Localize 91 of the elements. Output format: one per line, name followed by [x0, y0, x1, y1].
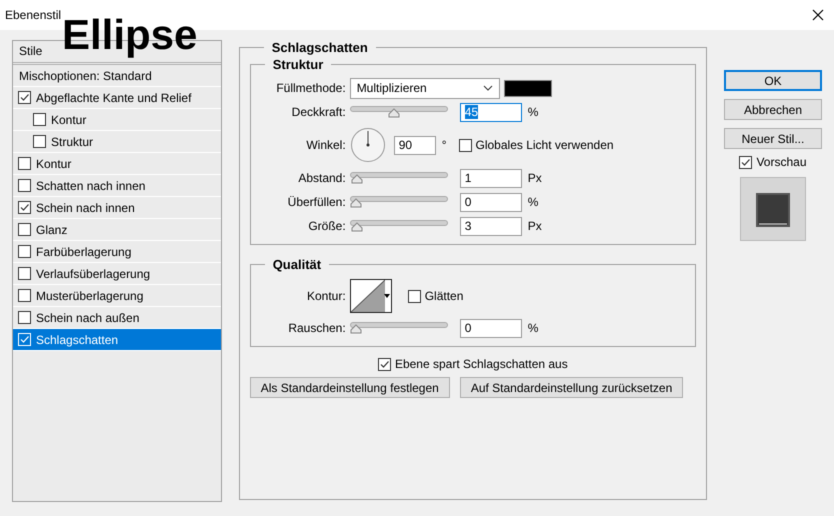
caret-icon	[384, 294, 390, 298]
slider[interactable]	[350, 321, 448, 335]
field-label: Winkel:	[305, 138, 346, 152]
style-item[interactable]: Musterüberlagerung	[13, 285, 221, 307]
contour-picker[interactable]	[350, 279, 392, 313]
checkbox-label: Globales Licht verwenden	[476, 138, 614, 152]
style-item[interactable]: Schatten nach innen	[13, 175, 221, 197]
slider[interactable]	[350, 195, 448, 209]
slider-thumb[interactable]	[351, 222, 364, 232]
unit-label: %	[528, 195, 538, 209]
style-item[interactable]: Kontur	[13, 109, 221, 131]
checkbox[interactable]	[18, 201, 31, 214]
angle-field[interactable]: 90	[394, 136, 436, 154]
checkbox[interactable]	[18, 91, 31, 104]
style-label: Schlagschatten	[36, 332, 118, 346]
checkbox[interactable]	[18, 245, 31, 258]
style-label: Farbüberlagerung	[36, 244, 132, 258]
unit-label: %	[528, 321, 538, 335]
blend-mode-dropdown[interactable]: Multiplizieren	[350, 78, 500, 98]
unit-label: °	[442, 138, 446, 152]
checkbox[interactable]	[33, 135, 46, 148]
style-label: Schein nach innen	[36, 200, 135, 214]
style-label: Verlaufsüberlagerung	[36, 266, 150, 280]
style-label: Schein nach außen	[36, 310, 140, 324]
group-title: Qualität	[272, 257, 322, 272]
style-item[interactable]: Schein nach innen	[13, 197, 221, 219]
section-title: Schlagschatten	[270, 40, 369, 55]
default-settings-button[interactable]: Als Standardeinstellung festlegen	[250, 377, 450, 398]
style-label: Glanz	[36, 222, 68, 236]
style-label: Schatten nach innen	[36, 178, 146, 192]
group-title: Struktur	[272, 57, 324, 72]
checkbox[interactable]	[33, 113, 46, 126]
field-label: Füllmethode:	[275, 81, 346, 95]
close-icon[interactable]	[812, 9, 824, 21]
value-field[interactable]: 3	[460, 216, 522, 236]
field-label: Deckkraft:	[290, 105, 346, 119]
color-swatch[interactable]	[504, 80, 552, 96]
checkbox[interactable]	[18, 311, 31, 324]
style-item[interactable]: Schlagschatten	[13, 329, 221, 351]
checkbox[interactable]	[18, 267, 31, 280]
window-title: Ebenenstil	[5, 8, 62, 22]
checkbox[interactable]	[378, 358, 391, 370]
style-item[interactable]: Farbüberlagerung	[13, 241, 221, 263]
value-field[interactable]: 45	[460, 102, 522, 122]
unit-label: Px	[528, 219, 542, 233]
style-label: Musterüberlagerung	[36, 288, 144, 302]
slider-thumb[interactable]	[350, 324, 362, 334]
checkbox-label: Ebene spart Schlagschatten aus	[394, 357, 568, 371]
value-field[interactable]: 0	[460, 192, 522, 212]
checkbox[interactable]	[408, 290, 421, 302]
style-item[interactable]: Abgeflachte Kante und Relief	[13, 87, 221, 109]
unit-label: Px	[528, 171, 542, 185]
default-settings-button[interactable]: Auf Standardeinstellung zurücksetzen	[460, 377, 684, 398]
field-label: Kontur:	[306, 289, 346, 303]
style-item[interactable]: Struktur	[13, 131, 221, 153]
angle-dial[interactable]	[350, 127, 386, 163]
checkbox[interactable]	[18, 223, 31, 236]
style-item[interactable]: Kontur	[13, 153, 221, 175]
style-label: Abgeflachte Kante und Relief	[36, 90, 192, 104]
checkbox-label: Glätten	[424, 289, 464, 303]
style-item[interactable]: Verlaufsüberlagerung	[13, 263, 221, 285]
checkbox[interactable]	[18, 157, 31, 170]
value-field[interactable]: 1	[460, 168, 522, 188]
slider[interactable]	[350, 219, 448, 233]
dialog-button[interactable]: Abbrechen	[724, 99, 822, 120]
chevron-icon	[482, 85, 493, 91]
unit-label: %	[528, 105, 538, 119]
style-label: Struktur	[51, 134, 94, 148]
style-label: Kontur	[51, 112, 86, 126]
dialog-button[interactable]: OK	[724, 70, 822, 91]
checkbox[interactable]	[18, 289, 31, 302]
checkbox[interactable]	[458, 138, 472, 152]
value-field[interactable]: 0	[460, 318, 522, 338]
slider-thumb[interactable]	[350, 198, 362, 208]
checkbox-label: Vorschau	[756, 155, 807, 169]
dialog-button[interactable]: Neuer Stil...	[724, 128, 822, 149]
style-item[interactable]: Glanz	[13, 219, 221, 241]
slider[interactable]	[350, 171, 448, 185]
slider[interactable]	[350, 105, 448, 119]
field-label: Abstand:	[297, 171, 346, 185]
field-label: Überfüllen:	[286, 195, 346, 209]
slider-thumb[interactable]	[388, 108, 400, 118]
style-label: Kontur	[36, 156, 72, 170]
contour-curve-icon	[350, 280, 385, 312]
field-label: Rauschen:	[287, 321, 346, 335]
checkbox[interactable]	[18, 179, 31, 192]
slider-thumb[interactable]	[350, 174, 363, 184]
field-label: Größe:	[307, 219, 346, 233]
preview-thumbnail	[740, 177, 806, 241]
checkbox[interactable]	[739, 156, 752, 168]
blend-options-item[interactable]: Mischoptionen: Standard	[13, 65, 221, 87]
